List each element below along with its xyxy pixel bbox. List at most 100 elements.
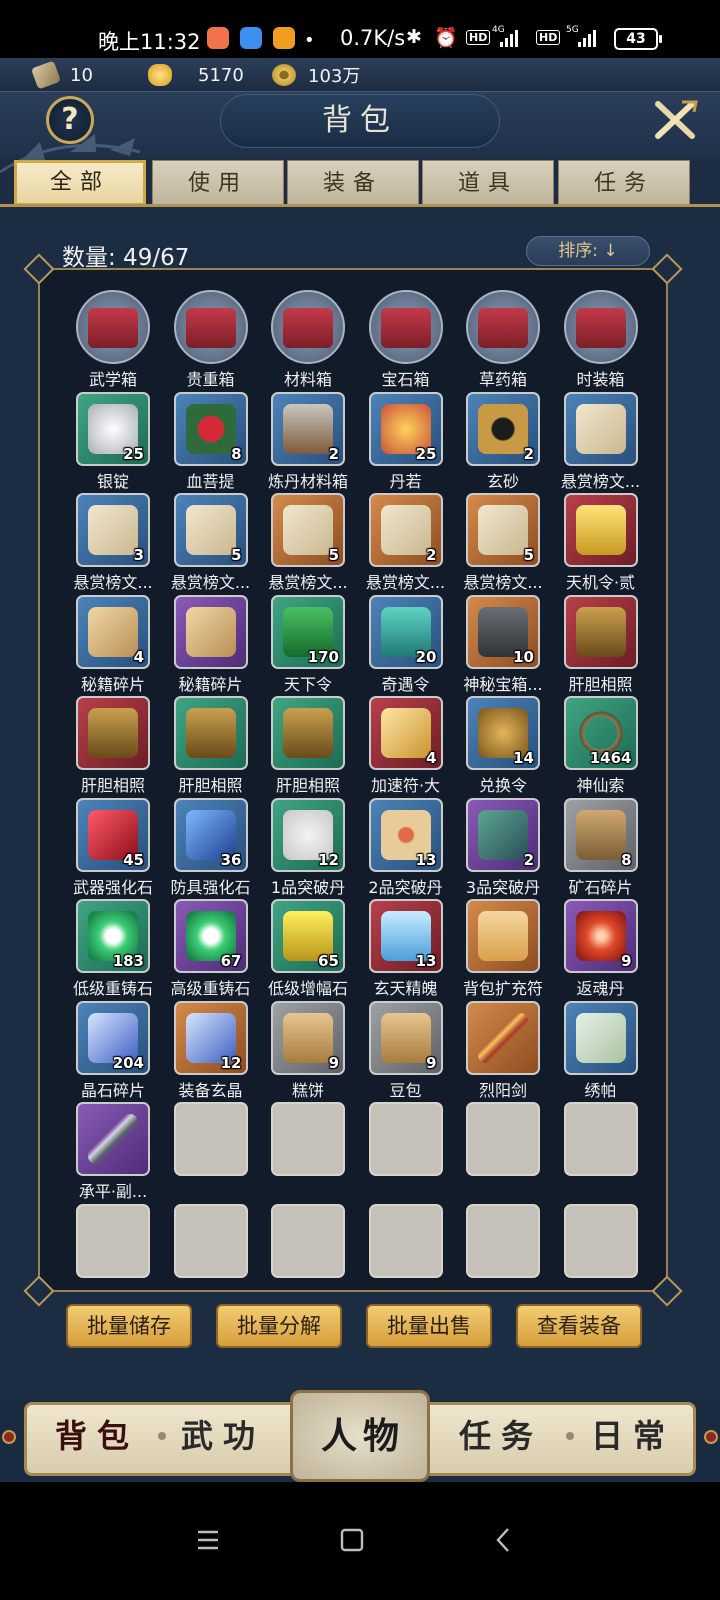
inventory-item[interactable]: 宝石箱	[357, 290, 455, 391]
inventory-item[interactable]: 12 1品突破丹	[259, 797, 357, 899]
batch-sell-button[interactable]: 批量出售	[366, 1304, 492, 1348]
inventory-item[interactable]: 贵重箱	[162, 290, 260, 391]
tab-all[interactable]: 全部	[14, 160, 146, 206]
inventory-item[interactable]: 9 豆包	[357, 1000, 455, 1102]
nav-daily[interactable]: 日常	[578, 1408, 688, 1464]
empty-slot-frame	[271, 1102, 345, 1176]
inventory-item[interactable]: 承平·副...	[64, 1102, 162, 1203]
inventory-item[interactable]: 25 丹若	[357, 391, 455, 493]
inventory-item[interactable]: 绣帕	[552, 1000, 650, 1102]
inventory-item[interactable]: 170 天下令	[259, 594, 357, 696]
tab-props[interactable]: 道具	[422, 160, 554, 206]
empty-slot[interactable]	[357, 1102, 455, 1203]
empty-slot[interactable]	[162, 1102, 260, 1203]
inventory-item[interactable]: 13 2品突破丹	[357, 797, 455, 899]
inventory-item[interactable]: 秘籍碎片	[162, 594, 260, 696]
inventory-item[interactable]: 14 兑换令	[454, 696, 552, 797]
inventory-item[interactable]: 肝胆相照	[259, 696, 357, 797]
nav-martial-arts[interactable]: 武功	[168, 1408, 278, 1464]
inventory-item[interactable]: 3 悬赏榜文...	[64, 493, 162, 594]
menu-icon[interactable]	[188, 1520, 228, 1560]
inventory-item[interactable]: 25 银锭	[64, 391, 162, 493]
help-button[interactable]: ?	[46, 96, 94, 144]
item-frame: 12	[173, 1000, 248, 1075]
inventory-item[interactable]: 肝胆相照	[64, 696, 162, 797]
tab-equipment[interactable]: 装备	[287, 160, 419, 206]
empty-slot[interactable]	[454, 1102, 552, 1203]
nav-stud-decoration	[2, 1430, 16, 1444]
inventory-item[interactable]: 天机令·贰	[552, 493, 650, 594]
item-name: 肝胆相照	[80, 776, 145, 795]
inventory-item[interactable]: 9 返魂丹	[552, 899, 650, 1000]
inventory-item[interactable]: 12 装备玄晶	[162, 1000, 260, 1102]
item-quantity: 8	[621, 850, 632, 869]
item-frame: 9	[271, 1000, 345, 1075]
inventory-item[interactable]: 20 奇遇令	[357, 594, 455, 696]
close-icon	[655, 100, 698, 139]
empty-slot[interactable]	[64, 1203, 162, 1305]
item-name: 加速符·大	[370, 776, 441, 795]
inventory-item[interactable]: 时装箱	[552, 290, 650, 391]
tab-quest[interactable]: 任务	[558, 160, 690, 206]
inventory-item[interactable]: 2 3品突破丹	[454, 797, 552, 899]
inventory-item[interactable]: 悬赏榜文...	[552, 391, 650, 493]
signal-icon	[578, 29, 600, 47]
inventory-item[interactable]: 肝胆相照	[162, 696, 260, 797]
home-icon[interactable]	[332, 1520, 372, 1560]
ore-bag-icon	[575, 809, 626, 860]
item-quantity: 183	[112, 952, 144, 970]
inventory-item[interactable]: 2 炼丹材料箱	[259, 391, 357, 493]
inventory-item[interactable]: 肝胆相照	[552, 594, 650, 696]
batch-store-button[interactable]: 批量储存	[66, 1304, 192, 1348]
inventory-item[interactable]: 1464 神仙索	[552, 696, 650, 797]
inventory-item[interactable]: 65 低级增幅石	[259, 899, 357, 1000]
inventory-item[interactable]: 204 晶石碎片	[64, 1000, 162, 1102]
item-frame	[76, 290, 150, 364]
inventory-item[interactable]: 8 矿石碎片	[552, 797, 650, 899]
inventory-item[interactable]: 45 武器强化石	[64, 797, 162, 899]
back-icon[interactable]	[484, 1520, 524, 1560]
empty-slot[interactable]	[259, 1102, 357, 1203]
item-name: 秘籍碎片	[80, 674, 145, 694]
batch-decompose-button[interactable]: 批量分解	[216, 1304, 342, 1348]
empty-slot[interactable]	[259, 1203, 357, 1305]
inventory-item[interactable]: 2 玄砂	[454, 391, 552, 493]
inventory-item[interactable]: 材料箱	[259, 290, 357, 391]
empty-slot[interactable]	[357, 1203, 455, 1305]
inventory-item[interactable]: 36 防具强化石	[162, 797, 260, 899]
view-equipment-button[interactable]: 查看装备	[516, 1304, 642, 1348]
inventory-item[interactable]: 武学箱	[64, 290, 162, 391]
item-frame	[271, 696, 345, 770]
item-quantity: 25	[415, 444, 437, 463]
nav-bag[interactable]: 背包	[42, 1408, 152, 1464]
inventory-item[interactable]: 8 血菩提	[162, 391, 260, 493]
sort-button[interactable]: 排序: ↓	[526, 236, 650, 266]
inventory-item[interactable]: 183 低级重铸石	[64, 899, 162, 1000]
item-name: 炼丹材料箱	[267, 471, 348, 491]
inventory-item[interactable]: 5 悬赏榜文...	[454, 493, 552, 594]
inventory-item[interactable]: 4 加速符·大	[357, 696, 455, 797]
inventory-item[interactable]: 10 神秘宝箱...	[454, 594, 552, 696]
scroll-icon	[380, 505, 431, 555]
inventory-item[interactable]: 背包扩充符	[454, 899, 552, 1000]
inventory-item[interactable]: 13 玄天精魄	[357, 899, 455, 1000]
empty-slot[interactable]	[162, 1203, 260, 1305]
nav-character[interactable]: 人物	[290, 1390, 430, 1482]
empty-slot[interactable]	[552, 1102, 650, 1203]
inventory-item[interactable]: 5 悬赏榜文...	[162, 493, 260, 594]
inventory-item[interactable]: 4 秘籍碎片	[64, 594, 162, 696]
close-button[interactable]	[652, 98, 700, 142]
empty-slot[interactable]	[552, 1203, 650, 1305]
tab-use[interactable]: 使用	[152, 160, 284, 206]
inventory-item[interactable]: 5 悬赏榜文...	[259, 493, 357, 594]
inventory-item[interactable]: 9 糕饼	[259, 1000, 357, 1102]
item-name: 肝胆相照	[568, 674, 633, 694]
nav-quest[interactable]: 任务	[446, 1408, 556, 1464]
hd-icon: HD	[466, 30, 491, 45]
item-frame: 4	[76, 594, 150, 669]
inventory-item[interactable]: 烈阳剑	[454, 1000, 552, 1102]
empty-slot[interactable]	[454, 1203, 552, 1305]
inventory-item[interactable]: 草药箱	[454, 290, 552, 391]
inventory-item[interactable]: 2 悬赏榜文...	[357, 493, 455, 594]
inventory-item[interactable]: 67 高级重铸石	[162, 899, 260, 1000]
